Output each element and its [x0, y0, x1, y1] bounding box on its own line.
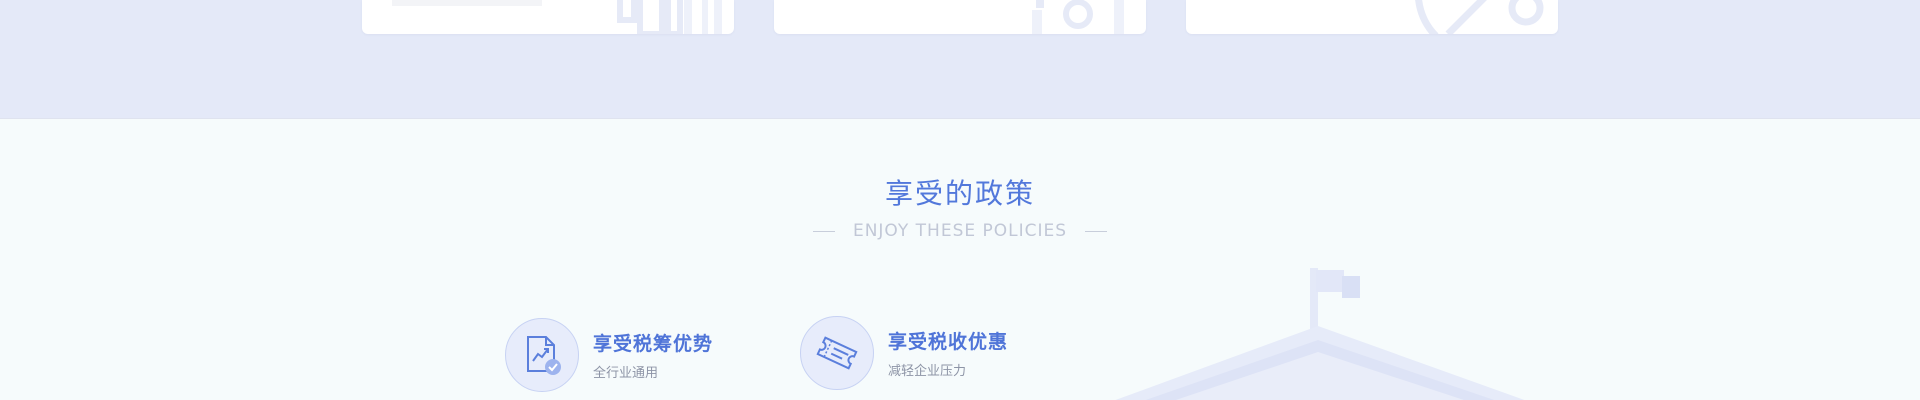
policy-title: 享受税收优惠	[888, 331, 1009, 353]
policy-icon-circle	[505, 318, 579, 392]
feature-card-1[interactable]	[362, 0, 734, 34]
top-band	[0, 0, 1920, 119]
right-divider	[1085, 230, 1108, 232]
page: 享受的政策 ENJOY THESE POLICIES 享受税筹优势 全行业通用 …	[0, 0, 1920, 400]
policy-desc: 全行业通用	[593, 366, 659, 381]
pin-icon	[1415, 0, 1544, 34]
section-title: 享受的政策	[884, 177, 1035, 210]
section-subtitle: ENJOY THESE POLICIES	[852, 221, 1068, 241]
policy-item-1[interactable]: 享受税筹优势 全行业通用	[505, 318, 713, 392]
left-divider	[812, 230, 835, 232]
feature-card-3[interactable]	[1186, 0, 1558, 34]
chart-document-icon	[527, 336, 561, 375]
policy-title: 享受税筹优势	[593, 333, 714, 355]
house-illustration	[1115, 268, 1525, 400]
section-subtitle-row: ENJOY THESE POLICIES	[0, 221, 1920, 241]
policy-desc: 减轻企业压力	[888, 364, 967, 379]
policy-icon-circle	[800, 316, 874, 390]
building-icon	[392, 0, 722, 34]
policy-item-2[interactable]: 享受税收优惠 减轻企业压力	[800, 316, 1008, 390]
feature-card-2[interactable]	[774, 0, 1146, 34]
ticket-icon	[816, 336, 858, 370]
tools-icon	[1032, 0, 1124, 34]
